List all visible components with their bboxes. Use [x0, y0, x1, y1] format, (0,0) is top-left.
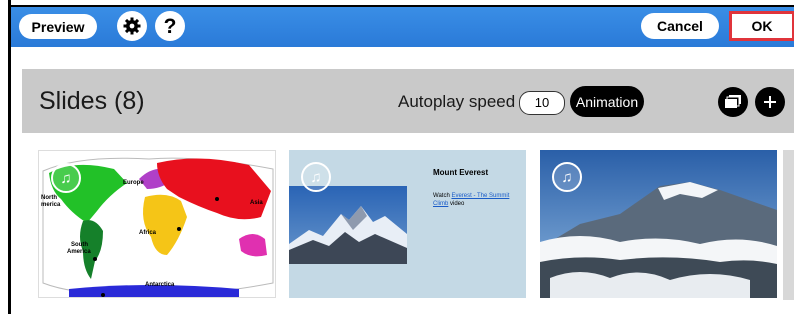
slides-panel-header: Slides (8) Autoplay speed 10 Animation: [22, 69, 794, 133]
map-label-antarctica: Antarctica: [145, 282, 175, 288]
music-note-icon: ♫: [51, 163, 81, 193]
slides-title: Slides (8): [39, 87, 145, 115]
slide-thumbnail-1[interactable]: North merica Europe Asia Africa South Am…: [38, 150, 276, 298]
help-button[interactable]: ?: [155, 11, 185, 41]
map-label-south-america: South: [71, 242, 88, 248]
music-note-icon: ♫: [552, 162, 582, 192]
add-slide-button[interactable]: [755, 87, 785, 117]
autoplay-speed-label: Autoplay speed: [398, 92, 516, 111]
map-label-europe: Europe: [123, 180, 144, 186]
preview-button[interactable]: Preview: [19, 14, 97, 39]
animation-button[interactable]: Animation: [570, 86, 644, 117]
settings-button[interactable]: [117, 11, 147, 41]
slide-caption: Watch Everest - The Summit Climb video: [433, 193, 510, 207]
ok-button[interactable]: OK: [729, 11, 794, 41]
plus-icon: [764, 96, 776, 108]
music-note-icon: ♫: [301, 162, 331, 192]
cancel-button[interactable]: Cancel: [641, 13, 719, 39]
map-label-africa: Africa: [139, 230, 157, 236]
gallery-button[interactable]: [718, 87, 748, 117]
map-label-north-america: North: [41, 195, 57, 201]
slide-thumbnail-2[interactable]: ♫ Mount Everest Watch Everest - The Summ…: [289, 150, 526, 298]
question-icon: ?: [163, 14, 177, 38]
gear-icon: [123, 17, 141, 35]
svg-text:merica: merica: [41, 202, 61, 208]
gallery-icon: [725, 95, 741, 108]
svg-text:America: America: [67, 249, 91, 255]
everest-photo: [289, 186, 407, 264]
slide-thumbnail-3[interactable]: ♫: [540, 150, 777, 298]
map-label-asia: Asia: [250, 200, 263, 206]
autoplay-speed-input[interactable]: 10: [519, 91, 565, 115]
toolbar-gap: [11, 47, 794, 69]
slide-heading: Mount Everest: [433, 168, 489, 177]
slides-scroll-edge[interactable]: [783, 150, 794, 300]
app-frame: Preview ? Cancel OK Slides (8) Autoplay …: [0, 0, 794, 314]
